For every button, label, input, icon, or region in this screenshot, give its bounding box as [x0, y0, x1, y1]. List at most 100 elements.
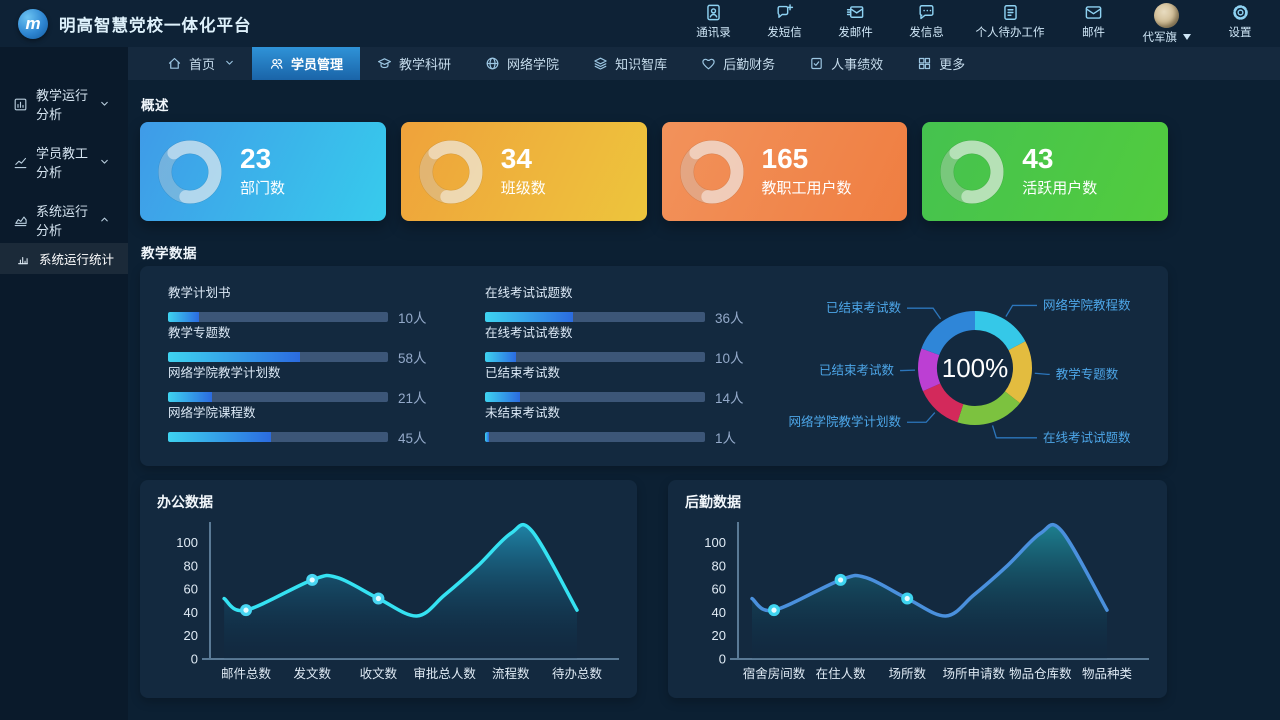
- stat-card-3: 43 活跃用户数: [922, 122, 1168, 221]
- x-category-label: 场所申请数: [943, 666, 1006, 681]
- card-label: 班级数: [501, 177, 546, 198]
- user-menu[interactable]: 代军旗: [1143, 3, 1192, 45]
- grid-icon: [917, 56, 932, 71]
- tab-online-academy[interactable]: 网络学院: [468, 47, 576, 80]
- metric-label: 教学计划书: [168, 276, 468, 301]
- donut-label: 网络学院教程数: [1043, 297, 1131, 312]
- x-category-label: 待办总数: [552, 666, 603, 681]
- bar-track: [485, 432, 705, 442]
- card-label: 活跃用户数: [1022, 177, 1097, 198]
- app-title: 明高智慧党校一体化平台: [59, 12, 252, 36]
- tab-more[interactable]: 更多: [900, 47, 982, 80]
- metric-bars_right-2: 已结束考试数14人: [485, 356, 785, 396]
- metric-bars_right-0: 在线考试试题数36人: [485, 276, 785, 316]
- settings-button[interactable]: 设置: [1218, 3, 1262, 40]
- send-sms-icon: [775, 3, 794, 22]
- mail-icon: [1084, 3, 1103, 22]
- metric-bars_left-2: 网络学院教学计划数21人: [168, 356, 468, 396]
- avatar: [1154, 3, 1179, 28]
- area-fill: [752, 525, 1107, 659]
- send-message-button[interactable]: 发信息: [905, 3, 949, 40]
- sidebar-group-teaching-analysis[interactable]: 教学运行分析: [0, 91, 128, 117]
- heart-icon: [701, 56, 716, 71]
- area-fill: [224, 525, 577, 659]
- personal-todo-button[interactable]: 个人待办工作: [976, 3, 1045, 40]
- donut-segment-3: [923, 383, 963, 422]
- donut-label-line: [993, 425, 1037, 437]
- tab-student-management[interactable]: 学员管理: [252, 47, 360, 80]
- main-content: 概述 23部门数34班级数165教职工用户数43活跃用户数 教学数据 教学计划书…: [128, 80, 1280, 720]
- card-value: 23: [240, 145, 285, 173]
- ring-icon: [154, 136, 226, 208]
- tab-label: 更多: [939, 54, 965, 73]
- sidebar-group-label: 系统运行分析: [36, 201, 99, 239]
- layers-icon: [593, 56, 608, 71]
- y-tick-label: 40: [184, 605, 198, 620]
- send-sms-button[interactable]: 发短信: [763, 3, 807, 40]
- contacts-label: 通讯录: [696, 24, 731, 40]
- sidebar-item-system-stats[interactable]: 系统运行统计: [0, 243, 128, 274]
- tab-home[interactable]: 首页: [150, 47, 252, 80]
- metric-bars_left-3: 网络学院课程数45人: [168, 396, 468, 436]
- sidebar-item-label: 系统运行统计: [39, 249, 114, 268]
- y-tick-label: 100: [176, 535, 198, 550]
- metric-value: 45人: [398, 427, 427, 447]
- y-tick-label: 0: [191, 652, 198, 667]
- metric-bars_left-1: 教学专题数58人: [168, 316, 468, 356]
- donut-label-line: [1035, 373, 1050, 374]
- send-message-icon: [917, 3, 936, 22]
- ring-icon: [936, 136, 1008, 208]
- sidebar-group-staff-analysis[interactable]: 学员教工分析: [0, 149, 128, 175]
- overview-cards: 23部门数34班级数165教职工用户数43活跃用户数: [140, 122, 1168, 221]
- tab-knowledge-base[interactable]: 知识智库: [576, 47, 684, 80]
- y-tick-label: 20: [184, 628, 198, 643]
- stat-card-1: 34班级数: [401, 122, 647, 221]
- stat-card-0: 23部门数: [140, 122, 386, 221]
- tab-teaching-research[interactable]: 教学科研: [360, 47, 468, 80]
- metric-value: 1人: [715, 427, 736, 447]
- send-email-label: 发邮件: [838, 24, 873, 40]
- donut-label: 已结束考试数: [826, 300, 902, 315]
- logistics-data-panel: 后勤数据 020406080100宿舍房间数在住人数场所数场所申请数物品仓库数物…: [668, 480, 1167, 698]
- metric-bars_right-1: 在线考试试卷数10人: [485, 316, 785, 356]
- donut-label-line: [1006, 305, 1037, 316]
- tab-hr-performance[interactable]: 人事绩效: [792, 47, 900, 80]
- app-logo: m: [18, 9, 48, 39]
- donut-segment-5: [921, 311, 975, 355]
- x-category-label: 宿舍房间数: [743, 666, 806, 681]
- x-category-label: 场所数: [888, 666, 926, 681]
- ring-icon: [415, 136, 487, 208]
- tab-label: 首页: [189, 54, 215, 73]
- grad-cap-icon: [377, 56, 392, 71]
- data-point-core: [243, 608, 248, 613]
- x-category-label: 邮件总数: [221, 666, 272, 681]
- mail-label: 邮件: [1082, 24, 1105, 40]
- sidebar-group-system-analysis[interactable]: 系统运行分析: [0, 207, 128, 233]
- line-chart-icon: [13, 155, 28, 170]
- user-name: 代军旗: [1143, 29, 1178, 45]
- logistics-line-chart: 020406080100宿舍房间数在住人数场所数场所申请数物品仓库数物品种类: [668, 480, 1167, 698]
- send-email-icon: [846, 3, 865, 22]
- card-value: 165: [762, 145, 852, 173]
- metric-label: 网络学院课程数: [168, 396, 468, 421]
- gear-icon: [1231, 3, 1250, 22]
- mail-button[interactable]: 邮件: [1072, 3, 1116, 40]
- card-value: 43: [1022, 145, 1097, 173]
- personal-todo-label: 个人待办工作: [976, 24, 1045, 40]
- sidebar-group-label: 学员教工分析: [36, 143, 99, 181]
- bar-fill: [168, 432, 271, 442]
- home-icon: [167, 56, 182, 71]
- y-tick-label: 100: [704, 535, 726, 550]
- send-email-button[interactable]: 发邮件: [834, 3, 878, 40]
- teaching-data-panel: 教学计划书10人教学专题数58人网络学院教学计划数21人网络学院课程数45人 在…: [140, 266, 1168, 466]
- office-line-chart: 020406080100邮件总数发文数收文数审批总人数流程数待办总数: [140, 480, 637, 698]
- settings-label: 设置: [1229, 24, 1252, 40]
- tab-label: 学员管理: [291, 54, 343, 73]
- donut-label: 教学专题数: [1056, 366, 1119, 381]
- contacts-button[interactable]: 通讯录: [692, 3, 736, 40]
- tab-logistics-finance[interactable]: 后勤财务: [684, 47, 792, 80]
- metric-label: 已结束考试数: [485, 356, 785, 381]
- header-actions: 通讯录 发短信发邮件 发信息个人待办工作 邮件 代军旗 设置: [692, 3, 1263, 45]
- globe-icon: [485, 56, 500, 71]
- stats-icon: [16, 252, 30, 266]
